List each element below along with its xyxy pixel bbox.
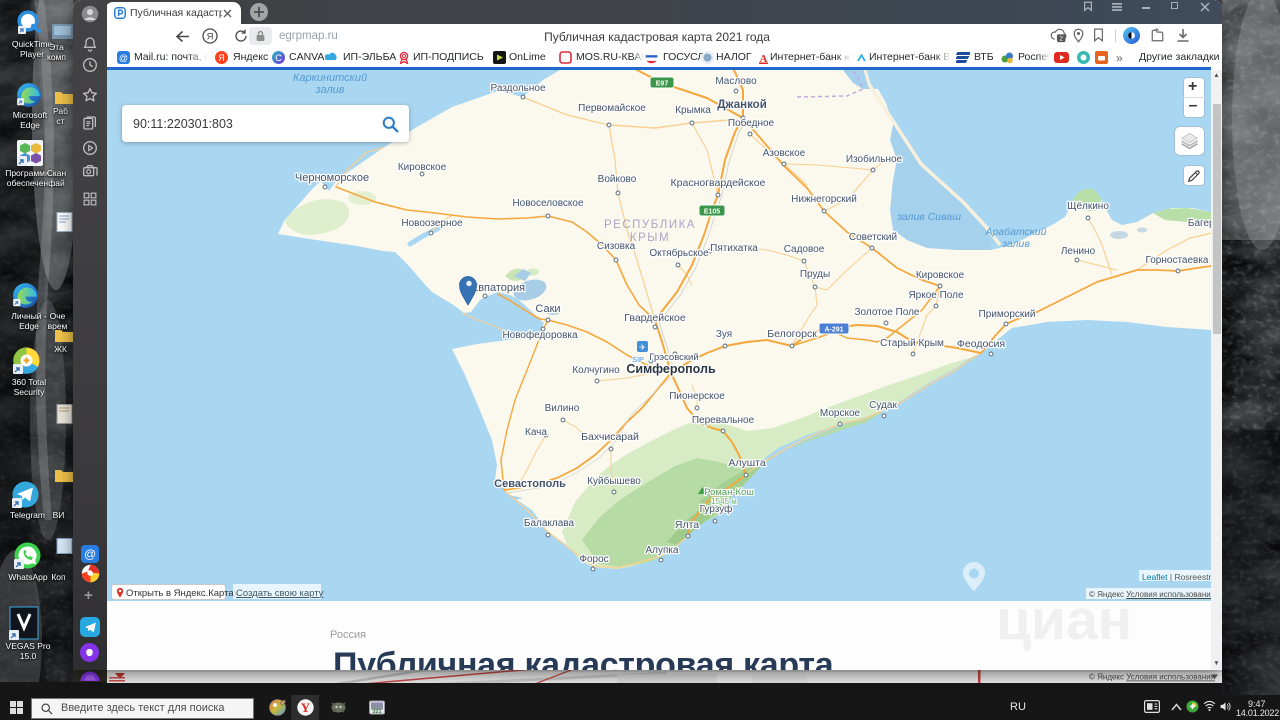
svg-text:Нижнегорский: Нижнегорский xyxy=(791,194,857,205)
svg-text:Судак: Судак xyxy=(869,400,897,411)
svg-text:залив: залив xyxy=(314,84,344,96)
svg-text:Кировское: Кировское xyxy=(916,270,965,281)
svg-text:Новофедоровка: Новофедоровка xyxy=(502,329,578,341)
svg-text:Алупка: Алупка xyxy=(645,545,679,556)
svg-text:Садовое: Садовое xyxy=(784,244,825,255)
svg-text:Y: Y xyxy=(301,700,311,715)
svg-text:Первомайское: Первомайское xyxy=(578,103,646,114)
svg-text:Балаклава: Балаклава xyxy=(524,518,575,529)
svg-text:А-291: А-291 xyxy=(824,327,843,334)
svg-text:Арабатский: Арабатский xyxy=(985,226,1047,238)
svg-text:КРЫМ: КРЫМ xyxy=(630,232,670,244)
svg-text:Перевальное: Перевальное xyxy=(692,415,755,426)
svg-text:Гвардейское: Гвардейское xyxy=(624,312,686,324)
svg-text:Каркинитский: Каркинитский xyxy=(293,72,367,84)
svg-text:Яркое Поле: Яркое Поле xyxy=(908,290,964,301)
svg-text:Вилино: Вилино xyxy=(545,403,580,414)
svg-text:Куйбышево: Куйбышево xyxy=(587,475,641,487)
svg-text:Сизовка: Сизовка xyxy=(597,241,636,252)
svg-text:залив Сиваш: залив Сиваш xyxy=(896,211,961,223)
svg-text:Пруды: Пруды xyxy=(800,269,830,280)
svg-text:Морское: Морское xyxy=(820,408,861,419)
svg-text:Симферополь: Симферополь xyxy=(626,362,716,376)
svg-text:Золотое Поле: Золотое Поле xyxy=(855,307,920,318)
svg-text:Октябрьское: Октябрьское xyxy=(649,247,709,259)
svg-text:Советский: Советский xyxy=(849,232,897,243)
svg-text:РЕСПУБЛИКА: РЕСПУБЛИКА xyxy=(604,219,696,231)
svg-text:Черноморское: Черноморское xyxy=(295,172,369,184)
svg-text:Пионерское: Пионерское xyxy=(669,391,725,402)
svg-text:Феодосия: Феодосия xyxy=(957,338,1005,350)
svg-text:залив: залив xyxy=(1001,238,1030,250)
svg-text:Изобильное: Изобильное xyxy=(846,153,903,165)
svg-text:Красногвардейское: Красногвардейское xyxy=(671,177,766,189)
svg-text:C: C xyxy=(275,53,282,63)
svg-text:Азовское: Азовское xyxy=(763,148,806,159)
svg-text:Севастополь: Севастополь xyxy=(494,478,566,490)
svg-text:Джанкой: Джанкой xyxy=(717,99,767,111)
svg-text:Победное: Победное xyxy=(728,117,775,129)
svg-text:2: 2 xyxy=(1059,36,1063,43)
svg-text:E97: E97 xyxy=(656,81,669,88)
svg-text:SIP: SIP xyxy=(632,355,644,364)
svg-text:Евпатория: Евпатория xyxy=(471,282,525,294)
svg-text:Новоозерное: Новоозерное xyxy=(401,218,463,229)
svg-text:Я: Я xyxy=(218,53,225,63)
svg-text:Ялта: Ялта xyxy=(675,519,699,531)
svg-text:Войково: Войково xyxy=(598,174,637,185)
svg-text:Багеро: Багеро xyxy=(1188,218,1211,229)
svg-text:Зуя: Зуя xyxy=(716,329,732,340)
svg-text:321: 321 xyxy=(372,709,381,715)
svg-text:Ленино: Ленино xyxy=(1061,246,1096,257)
svg-text:Белогорск: Белогорск xyxy=(767,328,817,340)
svg-text:Горностаевка: Горностаевка xyxy=(1145,255,1208,266)
svg-text:Крымка: Крымка xyxy=(675,105,711,116)
svg-text:Приморский: Приморский xyxy=(979,309,1036,320)
svg-text:Маслово: Маслово xyxy=(715,76,757,87)
svg-text:1545 м: 1545 м xyxy=(711,497,737,506)
svg-text:Кача: Кача xyxy=(525,427,547,438)
svg-text:Я: Я xyxy=(207,31,214,42)
svg-text:Новоселовское: Новоселовское xyxy=(512,198,584,209)
svg-text:Кировское: Кировское xyxy=(398,162,447,173)
svg-text:Старый Крым: Старый Крым xyxy=(880,338,944,349)
svg-text:@: @ xyxy=(119,53,128,63)
svg-text:E105: E105 xyxy=(704,209,720,216)
svg-text:Колчугино: Колчугино xyxy=(572,365,620,376)
svg-text:Саки: Саки xyxy=(535,303,560,315)
svg-text:Бахчисарай: Бахчисарай xyxy=(581,431,639,443)
svg-text:Щёлкино: Щёлкино xyxy=(1067,201,1109,212)
svg-text:Пятихатка: Пятихатка xyxy=(710,243,758,254)
svg-text:Форос: Форос xyxy=(579,554,608,565)
svg-text:Раздольное: Раздольное xyxy=(490,83,545,94)
svg-text:А: А xyxy=(760,53,768,64)
svg-text:циан: циан xyxy=(996,588,1132,652)
svg-text:Алушта: Алушта xyxy=(728,457,765,469)
svg-text:✈: ✈ xyxy=(639,343,646,352)
svg-text:© Яндекс Условия использования: © Яндекс Условия использования xyxy=(1089,673,1215,682)
